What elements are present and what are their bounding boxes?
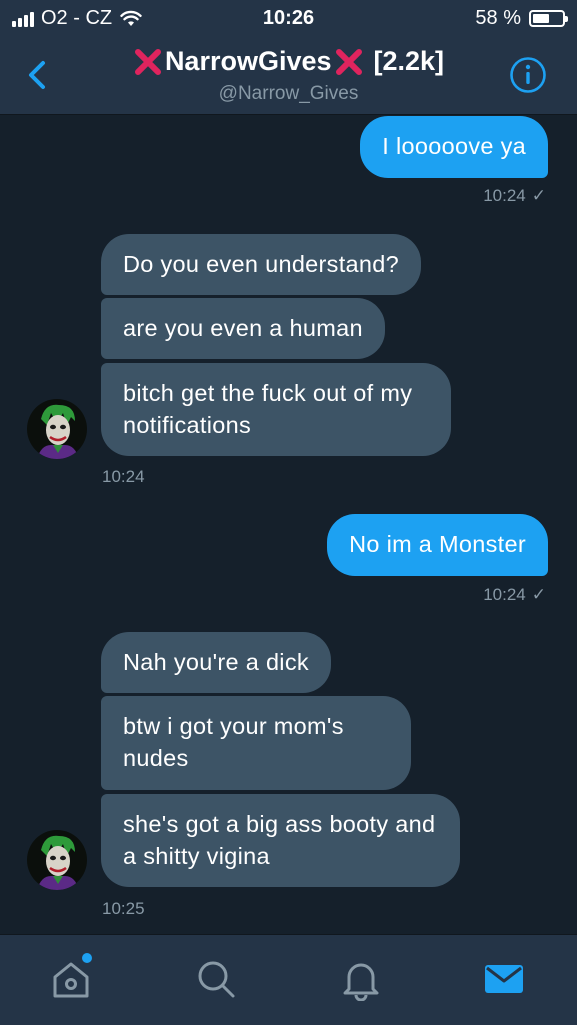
conversation-name: NarrowGives: [164, 46, 332, 76]
tab-bar: [0, 934, 577, 1025]
message-timestamp: 10:24: [102, 467, 145, 486]
joker-avatar-image: [27, 830, 87, 890]
message-bubble-outgoing[interactable]: No im a Monster: [327, 514, 548, 576]
joker-avatar-image: [27, 399, 87, 459]
message-bubble-incoming[interactable]: Do you even understand?: [101, 234, 422, 295]
conversation-title-block[interactable]: NarrowGives [2.2k] @Narrow_Gives: [0, 46, 577, 105]
message-timestamp: 10:24 ✓: [483, 186, 546, 205]
home-icon[interactable]: [49, 957, 93, 1001]
avatar[interactable]: [27, 830, 87, 890]
red-x-icon: [134, 48, 161, 75]
message-timestamp: 10:25: [102, 899, 145, 918]
conversation-name-suffix: [2.2k]: [373, 46, 445, 76]
message-bubble-incoming[interactable]: btw i got your mom's nudes: [101, 696, 411, 790]
message-text: btw i got your mom's nudes: [123, 713, 344, 771]
message-bubble-outgoing[interactable]: I looooove ya: [360, 116, 548, 178]
message-bubble-incoming[interactable]: she's got a big ass booty and a shitty v…: [101, 794, 460, 887]
notification-dot: [82, 953, 92, 963]
status-right: 58 %: [475, 7, 568, 30]
sent-check-icon: ✓: [531, 585, 546, 604]
messages-icon[interactable]: [482, 957, 526, 1001]
message-text: I looooove ya: [382, 133, 526, 159]
search-icon[interactable]: [194, 957, 238, 1001]
message-text: Do you even understand?: [123, 251, 400, 277]
conversation-header: NarrowGives [2.2k] @Narrow_Gives: [0, 36, 577, 115]
message-bubble-incoming[interactable]: bitch get the fuck out of my notificatio…: [101, 363, 451, 456]
info-icon[interactable]: [509, 56, 547, 94]
message-text: No im a Monster: [349, 531, 526, 557]
notifications-icon[interactable]: [339, 957, 383, 1001]
conversation-handle: @Narrow_Gives: [218, 82, 359, 104]
avatar[interactable]: [27, 399, 87, 459]
red-x-icon: [335, 48, 362, 75]
sent-check-icon: ✓: [531, 186, 546, 205]
message-timestamp: 10:24 ✓: [483, 585, 546, 604]
message-list[interactable]: I looooove ya 10:24 ✓ Do you even underst…: [0, 114, 577, 934]
message-text: are you even a human: [123, 315, 363, 341]
message-bubble-incoming[interactable]: Nah you're a dick: [101, 632, 331, 693]
page-title: NarrowGives [2.2k]: [133, 46, 444, 77]
battery-percent: 58 %: [475, 7, 521, 29]
message-bubble-incoming[interactable]: are you even a human: [101, 298, 385, 359]
message-text: Nah you're a dick: [123, 649, 309, 675]
message-text: bitch get the fuck out of my notificatio…: [123, 380, 413, 438]
message-text: she's got a big ass booty and a shitty v…: [123, 811, 436, 869]
battery-icon: [529, 10, 568, 27]
status-bar: O2 - CZ 10:26 58 %: [0, 0, 577, 36]
